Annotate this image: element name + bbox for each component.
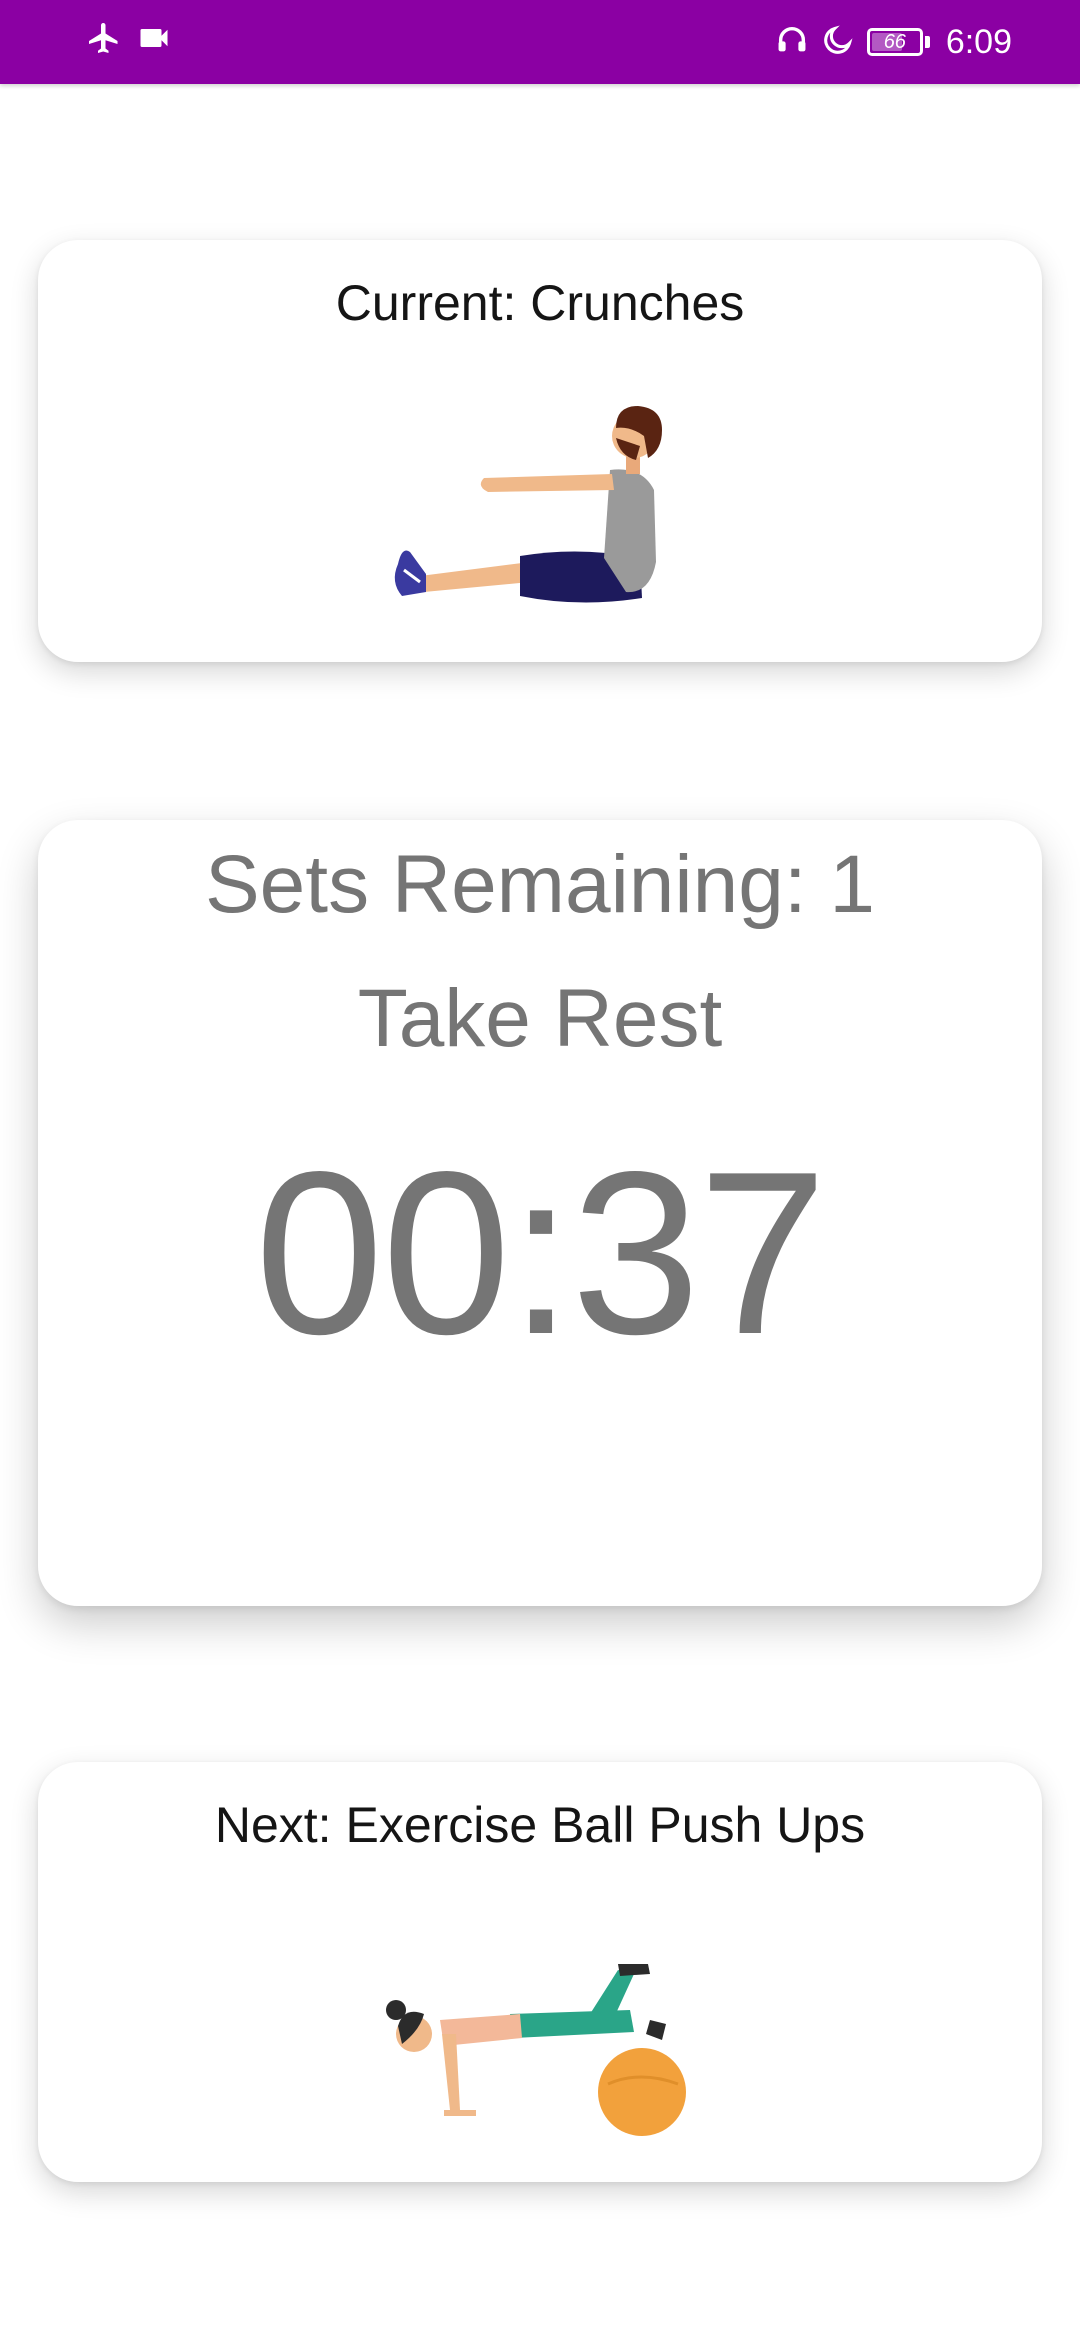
- status-time: 6:09: [945, 23, 1012, 61]
- video-camera-icon: [136, 20, 172, 61]
- battery-tip: [924, 36, 930, 48]
- status-bar: 66 6:09: [0, 0, 1080, 84]
- current-exercise-label: Current: Crunches: [335, 275, 745, 331]
- current-exercise-card: Current: Crunches: [38, 240, 1042, 662]
- moon-icon: [821, 23, 855, 62]
- battery-body: 66: [866, 28, 923, 56]
- status-bar-left: [86, 20, 172, 61]
- crunches-illustration: [380, 386, 700, 616]
- exercise-ball-push-ups-illustration: [380, 1934, 700, 2154]
- rest-timer-card: Sets Remaining: 1 Take Rest 00:37: [38, 820, 1042, 1606]
- battery-level: 66: [883, 31, 906, 53]
- headset-icon: [775, 23, 809, 62]
- status-bar-right: 66 6:09: [775, 18, 1012, 66]
- sets-remaining-label: Sets Remaining: 1: [204, 839, 875, 930]
- battery-icon: 66: [866, 28, 930, 56]
- rest-status-label: Take Rest: [357, 973, 723, 1064]
- airplane-icon: [86, 20, 122, 61]
- next-exercise-card: Next: Exercise Ball Push Ups: [38, 1762, 1042, 2182]
- next-exercise-label: Next: Exercise Ball Push Ups: [214, 1797, 866, 1853]
- countdown-timer: 00:37: [254, 1124, 828, 1383]
